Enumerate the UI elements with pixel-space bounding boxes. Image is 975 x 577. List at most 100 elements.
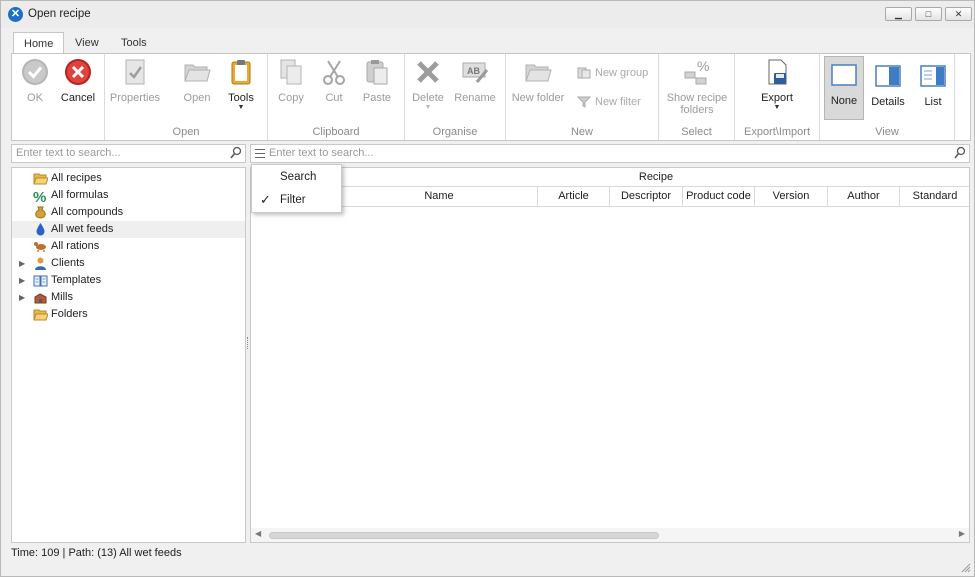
recipe-grid: Recipe Name Article Descriptor Product c… (250, 167, 970, 543)
column-header-product-code[interactable]: Product code (683, 187, 755, 207)
tree-item-label: Clients (51, 257, 85, 269)
svg-text:AB: AB (467, 66, 480, 76)
rename-ab-icon: AB (461, 58, 489, 86)
close-button[interactable]: ✕ (945, 7, 972, 21)
tree-item-all-formulas[interactable]: % All formulas (12, 187, 245, 206)
column-header-standard[interactable]: Standard (900, 187, 969, 207)
search-icon[interactable] (230, 146, 242, 160)
chevron-down-icon: ▼ (237, 104, 245, 111)
folder-open-icon (33, 172, 49, 185)
clipboard-group-label: Clipboard (312, 126, 360, 138)
left-search-input[interactable]: Enter text to search... (11, 144, 246, 163)
tree-item-label: All compounds (51, 206, 124, 218)
column-header-author[interactable]: Author (828, 187, 900, 207)
tree-item-all-rations[interactable]: All rations (12, 238, 245, 255)
new-folder-button[interactable]: New folder (512, 58, 564, 104)
view-list-icon (919, 62, 947, 90)
tree-item-templates[interactable]: ▶ Templates (12, 272, 245, 289)
new-group-button[interactable]: New group (577, 67, 648, 79)
ribbon: OK Cancel Properties Open Tools ▼ Open C… (11, 53, 971, 141)
scroll-right-icon[interactable]: ▶ (959, 529, 965, 538)
pane-splitter[interactable] (247, 337, 249, 349)
properties-icon (121, 58, 149, 86)
export-dropdown-button[interactable]: Export ▼ (751, 58, 803, 112)
scrollbar-thumb[interactable] (269, 532, 659, 539)
export-label: Export (761, 92, 793, 104)
maximize-button[interactable]: □ (915, 7, 942, 21)
delete-x-icon (414, 58, 442, 86)
properties-button[interactable]: Properties (109, 58, 161, 104)
folder-open-icon (33, 308, 49, 321)
mill-icon (33, 291, 48, 304)
window-title: Open recipe (28, 8, 91, 20)
organise-group: Delete ▼ AB Rename Organise (405, 54, 506, 140)
title-bar: ✕ Open recipe ▁ □ ✕ (1, 1, 974, 28)
column-header-version[interactable]: Version (755, 187, 828, 207)
delete-button[interactable]: Delete ▼ (402, 58, 454, 112)
tree-item-all-recipes[interactable]: All recipes (12, 170, 245, 187)
svg-text:%: % (33, 189, 46, 204)
percent-icon: % (33, 189, 48, 206)
checkmark-icon: ✓ (260, 192, 271, 207)
ok-icon (21, 58, 49, 86)
scissors-icon (320, 58, 348, 86)
tools-dropdown-button[interactable]: Tools ▼ (215, 58, 267, 112)
new-group-icon (577, 67, 591, 79)
organise-group-label: Organise (432, 126, 478, 138)
tree-item-folders[interactable]: Folders (12, 306, 245, 323)
column-header-article[interactable]: Article (538, 187, 610, 207)
view-list-button[interactable]: List (913, 58, 953, 108)
tree-item-all-wet-feeds[interactable]: All wet feeds (12, 221, 245, 238)
tree-item-mills[interactable]: ▶ Mills (12, 289, 245, 306)
book-icon (33, 274, 48, 287)
rename-label: Rename (454, 92, 496, 104)
view-none-button[interactable]: None (824, 56, 864, 120)
paste-label: Paste (362, 92, 392, 104)
popup-item-filter[interactable]: ✓ Filter (252, 189, 341, 211)
new-group-label-caption: New (570, 126, 593, 138)
expand-arrow-icon[interactable]: ▶ (19, 272, 25, 289)
tree-item-all-compounds[interactable]: All compounds (12, 204, 245, 221)
search-icon[interactable] (954, 146, 966, 160)
search-mode-menu-icon[interactable] (255, 149, 265, 158)
svg-text:%: % (697, 58, 709, 74)
new-filter-label: New filter (595, 96, 641, 108)
view-details-label: Details (871, 96, 905, 108)
tree-item-label: Mills (51, 291, 73, 303)
grid-search-input[interactable]: Enter text to search... (250, 144, 970, 163)
horizontal-scrollbar[interactable]: ◀ ▶ (251, 528, 969, 542)
tab-view[interactable]: View (65, 32, 109, 54)
tree-item-label: All wet feeds (51, 223, 114, 235)
column-header-descriptor[interactable]: Descriptor (610, 187, 683, 207)
view-details-button[interactable]: Details (866, 58, 910, 108)
show-recipe-folders-button[interactable]: % Show recipe folders (665, 58, 729, 116)
tab-home[interactable]: Home (13, 32, 65, 54)
popup-item-search[interactable]: Search (252, 166, 341, 188)
expand-arrow-icon[interactable]: ▶ (19, 289, 25, 306)
export-save-icon (763, 58, 791, 86)
column-header-name[interactable]: Name (341, 187, 538, 207)
chevron-down-icon: ▼ (773, 104, 781, 111)
expand-arrow-icon[interactable]: ▶ (19, 255, 25, 272)
cancel-button[interactable]: Cancel (52, 58, 104, 104)
view-details-icon (874, 62, 902, 90)
tools-label: Tools (228, 92, 254, 104)
paste-button[interactable]: Paste (351, 58, 403, 104)
select-group-label: Select (681, 126, 712, 138)
new-folder-label: New folder (511, 92, 565, 104)
new-filter-button[interactable]: New filter (576, 96, 641, 108)
tab-tools[interactable]: Tools (111, 32, 157, 54)
popup-item-label: Filter (280, 194, 306, 206)
tree-item-clients[interactable]: ▶ Clients (12, 255, 245, 272)
chevron-down-icon: ▼ (424, 104, 432, 111)
select-group: % Show recipe folders Select (659, 54, 735, 140)
recipe-tree: All recipes % All formulas All compounds… (11, 167, 246, 543)
rename-button[interactable]: AB Rename (449, 58, 501, 104)
resize-grip-icon[interactable] (960, 562, 971, 573)
app-logo-icon: ✕ (8, 7, 23, 22)
scroll-left-icon[interactable]: ◀ (255, 529, 261, 538)
minimize-button[interactable]: ▁ (885, 7, 912, 21)
left-search-placeholder: Enter text to search... (16, 147, 121, 159)
clipboard-group: Copy Cut Paste Clipboard (268, 54, 405, 140)
filter-funnel-icon (576, 96, 592, 108)
